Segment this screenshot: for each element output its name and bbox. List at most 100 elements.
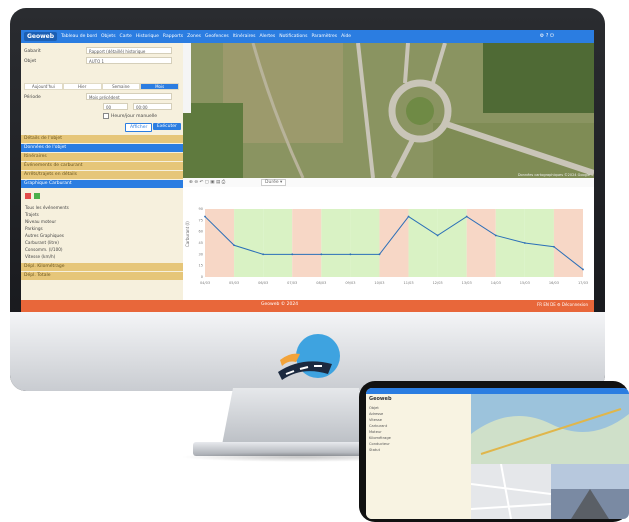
satellite-map[interactable]: Données cartographiques ©2024 Google xyxy=(183,43,594,178)
nav-item[interactable]: Aide xyxy=(341,34,351,39)
chart-y-label: Carburant (l) xyxy=(185,221,190,247)
legend-item[interactable]: Autres Graphiques xyxy=(25,233,64,238)
phone-row-label: Statut xyxy=(369,448,380,452)
chart-band xyxy=(263,209,293,277)
y-tick-label: 30 xyxy=(199,252,203,256)
period-label: Période xyxy=(24,94,41,100)
sidebar-section[interactable]: Événements de carburant xyxy=(21,162,183,170)
chart-band xyxy=(321,209,351,277)
footer-copyright: Geoweb © 2024 xyxy=(261,302,299,307)
fuel-data-point[interactable] xyxy=(553,245,555,248)
y-tick-label: 15 xyxy=(199,264,203,268)
fuel-data-point[interactable] xyxy=(582,268,584,271)
legend-item[interactable]: Niveau moteur xyxy=(25,219,56,224)
nav-item[interactable]: Historique xyxy=(136,34,159,39)
fuel-data-point[interactable] xyxy=(349,253,352,256)
chart-band xyxy=(234,209,264,277)
fuel-chart-svg: Carburant (l) 0 15 30 45 60 75 90 04/03 05/03 06/0… xyxy=(185,207,588,285)
nav-item[interactable]: Paramètres xyxy=(311,34,337,39)
legend-item[interactable]: Vitesse (km/h) xyxy=(25,254,55,259)
sidebar-section[interactable]: Itinéraires xyxy=(21,153,183,161)
app-logo[interactable]: Geoweb xyxy=(24,32,58,41)
fuel-data-point[interactable] xyxy=(378,253,381,256)
legend-item[interactable]: Consomm. (l/100) xyxy=(25,247,63,252)
nav-item[interactable]: Zones xyxy=(187,34,201,39)
fuel-data-point[interactable] xyxy=(291,253,294,256)
fuel-data-point[interactable] xyxy=(407,215,410,218)
nav-item[interactable]: Carte xyxy=(120,34,132,39)
x-tick-label: 04/03 xyxy=(200,281,210,285)
period-select[interactable]: Mois précédent xyxy=(86,93,172,100)
chart-band xyxy=(350,209,380,277)
fuel-data-point[interactable] xyxy=(465,215,468,218)
fuel-data-point[interactable] xyxy=(320,253,323,256)
phone-row-label: Adresse xyxy=(369,412,384,416)
phone-row-label: Vitesse xyxy=(369,418,382,422)
checkbox-icon[interactable] xyxy=(103,113,109,119)
x-tick-label: 06/03 xyxy=(258,281,268,285)
red-toggle-icon[interactable] xyxy=(25,193,31,199)
x-tick-label: 17/03 xyxy=(578,281,588,285)
show-button[interactable]: Afficher xyxy=(125,123,153,132)
phone-street-map[interactable] xyxy=(470,463,552,519)
fuel-data-point[interactable] xyxy=(436,234,439,237)
phone-row-label: Kilométrage xyxy=(369,436,391,440)
period-tab[interactable]: Semaine xyxy=(101,83,141,90)
report-sidebar: Gabarit Rapport (détaillé) historique Obje… xyxy=(21,43,183,300)
nav-item[interactable]: Itinéraires xyxy=(233,34,256,39)
period-tab[interactable]: Aujourd'hui xyxy=(24,83,63,90)
green-toggle-icon[interactable] xyxy=(34,193,40,199)
fuel-data-point[interactable] xyxy=(233,244,235,247)
field-select[interactable]: Rapport (détaillé) historique xyxy=(86,47,172,54)
x-tick-label: 12/03 xyxy=(433,281,443,285)
legend-item[interactable]: Tous les événements xyxy=(25,205,69,210)
fuel-data-point[interactable] xyxy=(262,253,265,256)
sidebar-section[interactable]: Graphique Carburant xyxy=(21,180,183,188)
x-tick-label: 15/03 xyxy=(520,281,530,285)
sidebar-section[interactable]: Dépl. Totale xyxy=(21,272,183,280)
nav-item[interactable]: Tableau de bord xyxy=(61,34,97,39)
phone-map[interactable] xyxy=(471,394,629,464)
sidebar-section[interactable]: Dépl. Kilométrage xyxy=(21,263,183,271)
sidebar-section[interactable]: Données de l'objet xyxy=(21,144,183,152)
y-tick-label: 60 xyxy=(199,230,203,234)
time-to-input[interactable]: 00:00 xyxy=(133,103,172,110)
sidebar-section[interactable]: Détails de l'objet xyxy=(21,135,183,143)
smartphone-screen: Geoweb Objet Adresse Vitesse Carburant Moteu… xyxy=(366,388,629,519)
fuel-data-point[interactable] xyxy=(523,242,526,244)
run-button[interactable]: Exécuter xyxy=(153,123,181,130)
nav-item[interactable]: Objets xyxy=(101,34,116,39)
x-tick-label: 14/03 xyxy=(491,281,501,285)
nav-item[interactable]: Rapports xyxy=(163,34,183,39)
nav-item[interactable]: Notifications xyxy=(279,34,307,39)
period-tab[interactable]: Hier xyxy=(62,83,102,90)
legend-item[interactable]: Parkings xyxy=(25,226,43,231)
checkbox-label: Heure/jour manuelle xyxy=(111,113,158,119)
legend-item[interactable]: Carburant (litre) xyxy=(25,240,59,245)
fuel-data-point[interactable] xyxy=(204,215,206,218)
nav-item[interactable]: Alertes xyxy=(259,34,275,39)
duration-select[interactable]: Durée ▾ xyxy=(261,179,287,186)
chart-tool-icons[interactable]: ⊕ ⊖ ↶ ▢ ▣ ▤ ⎙ xyxy=(189,179,225,185)
time-from-input[interactable]: 00 xyxy=(103,103,128,110)
period-tab[interactable]: Mois xyxy=(140,83,179,90)
top-navigation: Geoweb Tableau de bord Objets Carte Histori… xyxy=(21,30,594,43)
phone-camera-view xyxy=(551,464,629,519)
footer-links[interactable]: FR EN DE ⚙ Déconnexion xyxy=(537,302,588,307)
monitor-stand xyxy=(221,388,371,450)
field-select[interactable]: AUTO 1 xyxy=(86,57,172,64)
x-tick-label: 11/03 xyxy=(403,281,413,285)
sidebar-section[interactable]: Arrêts/trajets en détails xyxy=(21,171,183,179)
chart-band xyxy=(495,209,525,277)
chart-band xyxy=(524,209,554,277)
y-tick-label: 75 xyxy=(199,218,203,222)
nav-item[interactable]: Geofences xyxy=(205,34,229,39)
fuel-chart: Carburant (l) 0 15 30 45 60 75 90 04/03 05/03 06/0… xyxy=(183,187,594,300)
user-menu-icons[interactable]: ⚙ ? ⏻ xyxy=(540,33,554,39)
y-tick-label: 45 xyxy=(199,241,203,245)
manual-time-checkbox[interactable]: Heure/jour manuelle xyxy=(103,112,157,120)
legend-item[interactable]: Trajets xyxy=(25,212,39,217)
y-tick-label: 0 xyxy=(201,275,203,279)
chart-band xyxy=(379,209,409,277)
fuel-data-point[interactable] xyxy=(494,234,497,237)
